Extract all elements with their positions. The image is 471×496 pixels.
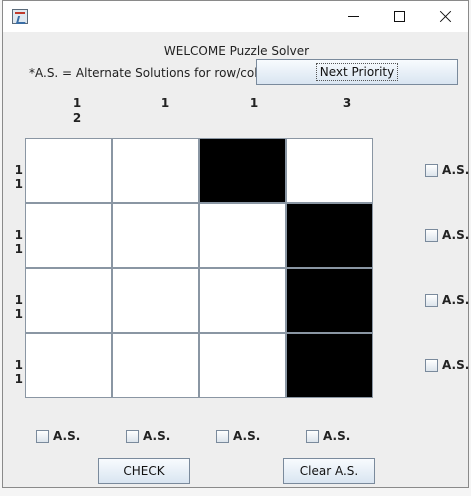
maximize-button[interactable]	[376, 1, 422, 32]
row-2-alternate-checkbox[interactable]: A.S.	[425, 228, 469, 242]
as-label: A.S.	[442, 358, 470, 372]
grid-cell-r3-c4[interactable]	[286, 268, 373, 333]
minimize-icon	[347, 16, 359, 17]
grid-cell-r4-c1[interactable]	[25, 333, 112, 398]
checkbox-icon	[425, 293, 438, 307]
column-clue-2-line2: 1	[160, 96, 170, 110]
as-label: A.S.	[442, 163, 470, 177]
grid-cell-r2-c3[interactable]	[199, 203, 286, 268]
as-label: A.S.	[143, 429, 171, 443]
checkbox-icon	[36, 429, 49, 443]
column-4-alternate-checkbox[interactable]: A.S.	[306, 429, 350, 443]
next-priority-label: Next Priority	[315, 63, 399, 81]
row-clue-1: 1 1	[14, 163, 23, 191]
puzzle-grid	[25, 138, 373, 398]
column-clue-4-line2: 3	[342, 96, 352, 110]
row-clue-2: 1 1	[14, 228, 23, 256]
checkbox-icon	[425, 228, 438, 242]
as-label: A.S.	[53, 429, 81, 443]
column-1-alternate-checkbox[interactable]: A.S.	[36, 429, 80, 443]
as-label: A.S.	[323, 429, 351, 443]
grid-cell-r2-c1[interactable]	[25, 203, 112, 268]
title-bar	[3, 1, 468, 32]
grid-cell-r1-c2[interactable]	[112, 138, 199, 203]
column-2-alternate-checkbox[interactable]: A.S.	[126, 429, 170, 443]
puzzle-window: WELCOME Puzzle Solver *A.S. = Alternate …	[2, 0, 469, 488]
column-clue-3: 1	[211, 96, 297, 111]
column-clue-1-line2: 2	[72, 111, 82, 125]
as-label: A.S.	[442, 228, 470, 242]
as-label: A.S.	[442, 293, 470, 307]
as-label: A.S.	[233, 429, 261, 443]
column-clue-4: 3	[304, 96, 390, 111]
column-clue-1-line1: 1	[72, 96, 82, 110]
grid-cell-r3-c1[interactable]	[25, 268, 112, 333]
row-clue-3: 1 1	[14, 293, 23, 321]
grid-cell-r4-c4[interactable]	[286, 333, 373, 398]
grid-cell-r1-c1[interactable]	[25, 138, 112, 203]
checkbox-icon	[216, 429, 229, 443]
clear-alternate-solutions-button[interactable]: Clear A.S.	[283, 458, 375, 484]
checkbox-icon	[306, 429, 319, 443]
alternate-solutions-note: *A.S. = Alternate Solutions for row/col	[29, 66, 258, 80]
close-icon	[439, 10, 452, 23]
grid-cell-r4-c2[interactable]	[112, 333, 199, 398]
check-button[interactable]: CHECK	[98, 458, 190, 484]
grid-cell-r3-c3[interactable]	[199, 268, 286, 333]
next-priority-button[interactable]: Next Priority	[256, 59, 458, 85]
grid-cell-r3-c2[interactable]	[112, 268, 199, 333]
close-button[interactable]	[422, 1, 468, 32]
welcome-title: WELCOME Puzzle Solver	[163, 44, 310, 58]
column-clue-1: 1 2	[34, 96, 120, 126]
checkbox-icon	[126, 429, 139, 443]
grid-cell-r1-c3[interactable]	[199, 138, 286, 203]
row-3-alternate-checkbox[interactable]: A.S.	[425, 293, 469, 307]
row-1-alternate-checkbox[interactable]: A.S.	[425, 163, 469, 177]
row-4-alternate-checkbox[interactable]: A.S.	[425, 358, 469, 372]
column-clue-3-line2: 1	[249, 96, 259, 110]
row-clue-4: 1 1	[14, 358, 23, 386]
minimize-button[interactable]	[330, 1, 376, 32]
grid-cell-r4-c3[interactable]	[199, 333, 286, 398]
column-clue-2: 1	[122, 96, 208, 111]
java-app-icon	[12, 9, 28, 24]
maximize-icon	[393, 11, 405, 22]
column-3-alternate-checkbox[interactable]: A.S.	[216, 429, 260, 443]
checkbox-icon	[425, 163, 438, 177]
grid-cell-r2-c2[interactable]	[112, 203, 199, 268]
grid-cell-r2-c4[interactable]	[286, 203, 373, 268]
checkbox-icon	[425, 358, 438, 372]
grid-cell-r1-c4[interactable]	[286, 138, 373, 203]
